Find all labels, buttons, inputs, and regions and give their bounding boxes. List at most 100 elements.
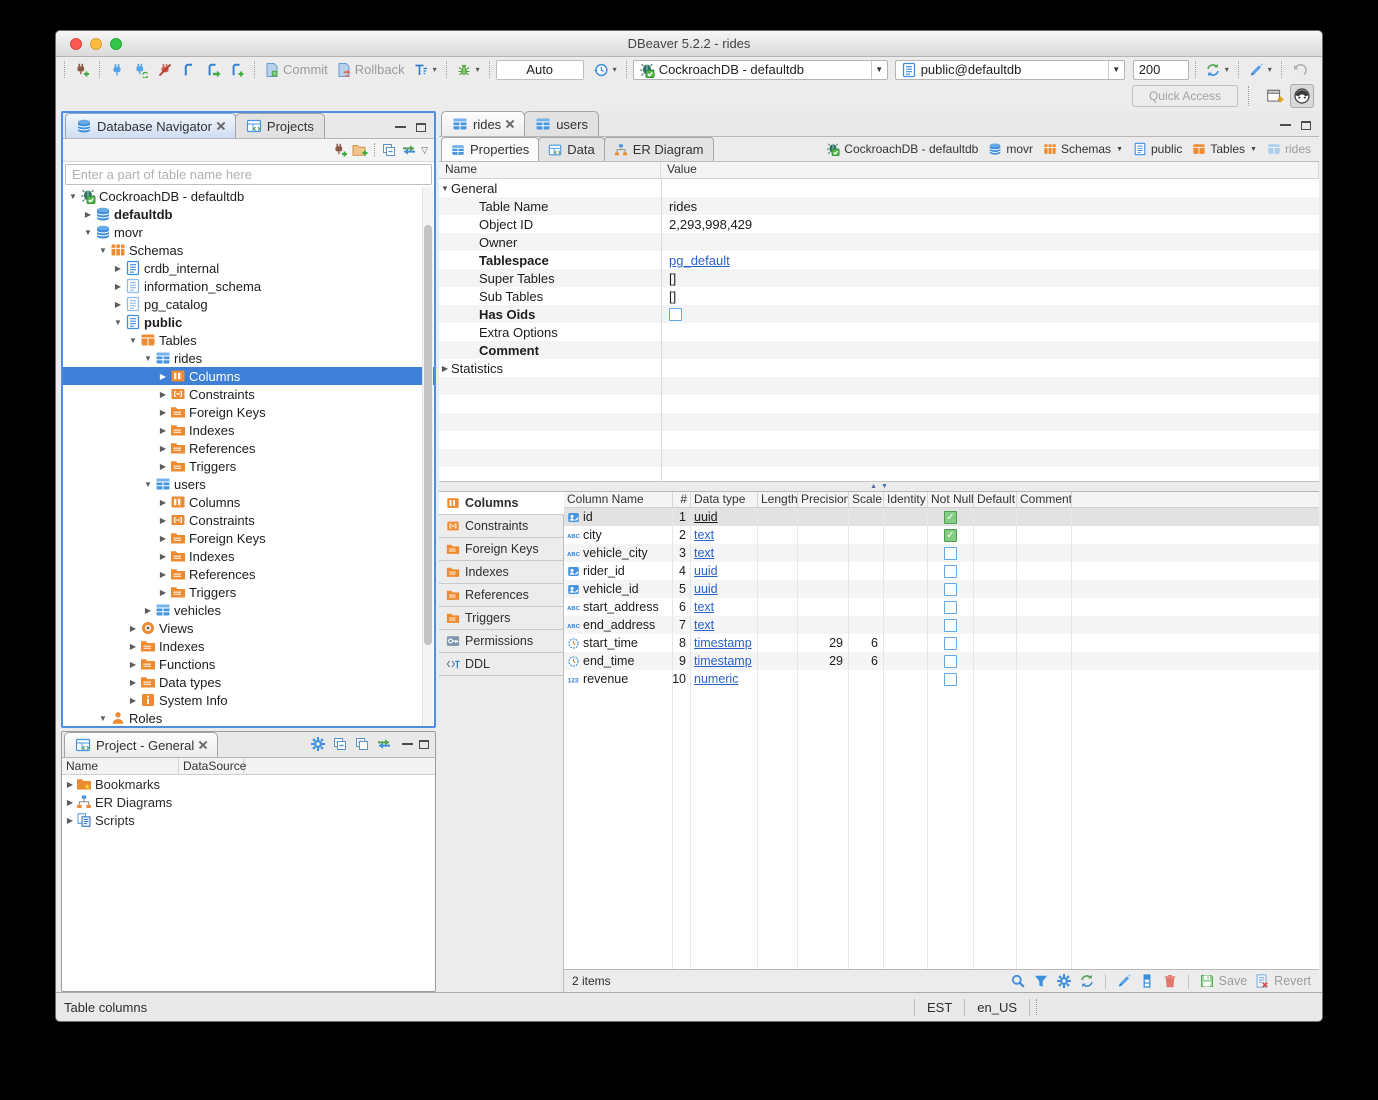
property-row[interactable]: Has Oids: [439, 305, 1319, 323]
column-header[interactable]: Default: [974, 492, 1017, 507]
breadcrumb-item[interactable]: rides ▼: [1267, 142, 1311, 156]
data-type-link[interactable]: timestamp: [694, 636, 752, 650]
collapse-all-icon[interactable]: [381, 142, 397, 158]
not-null-checkbox[interactable]: ✓: [944, 511, 957, 524]
expander-icon[interactable]: ▶: [112, 264, 124, 273]
commit-button[interactable]: Commit: [261, 60, 331, 80]
breadcrumb-item[interactable]: Schemas ▼: [1043, 142, 1123, 156]
tree-item[interactable]: ▶ Constraints: [63, 385, 434, 403]
schema-combo-arrow-icon[interactable]: ▼: [1108, 61, 1124, 79]
commit-mode-combo[interactable]: Auto: [496, 60, 584, 80]
tree-item[interactable]: ▼ users: [63, 475, 434, 493]
generate-sql-button[interactable]: ▾: [1245, 60, 1275, 80]
disconnect-button[interactable]: [154, 60, 176, 80]
expander-icon[interactable]: ▼: [82, 228, 94, 237]
expander-icon[interactable]: ▼: [97, 246, 109, 255]
expander-icon[interactable]: ▼: [112, 318, 124, 327]
expander-icon[interactable]: ▶: [157, 534, 169, 543]
tree-item[interactable]: ▶ Views: [63, 619, 434, 637]
delete-trash-icon[interactable]: [1162, 973, 1178, 989]
column-row[interactable]: rider_id 4 uuid: [564, 562, 1319, 580]
not-null-checkbox[interactable]: [944, 655, 957, 668]
close-icon[interactable]: [506, 120, 514, 128]
locale-indicator[interactable]: en_US: [965, 999, 1030, 1016]
column-header-value[interactable]: Value: [661, 162, 1319, 178]
data-type-link[interactable]: text: [694, 600, 714, 614]
open-perspective-button[interactable]: [1263, 84, 1287, 108]
data-type-link[interactable]: uuid: [694, 564, 718, 578]
refresh-button[interactable]: ▾: [1202, 60, 1232, 80]
collapse-up-icon[interactable]: ▲: [870, 483, 877, 490]
data-type-link[interactable]: timestamp: [694, 654, 752, 668]
schema-combo[interactable]: public@defaultdb ▼: [895, 60, 1125, 80]
open-sql-script-button[interactable]: [202, 60, 224, 80]
tree-item[interactable]: ▶ References: [63, 439, 434, 457]
chevron-down-icon[interactable]: ▼: [1250, 146, 1257, 153]
undo-navigation-button[interactable]: [1288, 60, 1310, 80]
column-row[interactable]: vehicle_city 3 text: [564, 544, 1319, 562]
tab-projects[interactable]: Projects: [235, 113, 325, 138]
close-icon[interactable]: [199, 741, 207, 749]
tree-item[interactable]: ▼ CockroachDB - defaultdb: [63, 187, 434, 205]
tree-item[interactable]: ▶ Columns: [63, 367, 434, 385]
expander-icon[interactable]: ▶: [82, 210, 94, 219]
not-null-checkbox[interactable]: [944, 547, 957, 560]
tree-item[interactable]: ▶ Indexes: [63, 421, 434, 439]
property-row[interactable]: Sub Tables [] []: [439, 287, 1319, 305]
data-type-link[interactable]: uuid: [694, 582, 718, 596]
property-row[interactable]: Super Tables [] []: [439, 269, 1319, 287]
editor-tab-rides[interactable]: rides: [441, 111, 525, 136]
editor-subtab[interactable]: Properties: [441, 137, 539, 161]
dbeaver-perspective-button[interactable]: [1290, 84, 1314, 108]
expander-icon[interactable]: ▼: [142, 480, 154, 489]
revert-button[interactable]: Revert: [1254, 973, 1311, 989]
not-null-checkbox[interactable]: [944, 565, 957, 578]
property-value-link[interactable]: pg_default: [669, 253, 730, 268]
tree-item[interactable]: ▼ public: [63, 313, 434, 331]
tree-item[interactable]: ▶ Data types: [63, 673, 434, 691]
breadcrumb-item[interactable]: CockroachDB - defaultdb ▼: [826, 142, 978, 156]
column-header[interactable]: #: [673, 492, 691, 507]
minimize-editor-icon[interactable]: [1280, 124, 1291, 127]
tree-item[interactable]: ▶ pg_catalog: [63, 295, 434, 313]
collapse-down-icon[interactable]: ▼: [881, 483, 888, 490]
connect-button[interactable]: [106, 60, 128, 80]
column-header[interactable]: Identity: [884, 492, 928, 507]
expander-icon[interactable]: ▶: [439, 364, 451, 373]
expander-icon[interactable]: ▶: [127, 696, 139, 705]
expander-icon[interactable]: ▼: [142, 354, 154, 363]
new-connection-icon[interactable]: [332, 142, 348, 158]
has-oids-checkbox[interactable]: [669, 308, 682, 321]
close-window-button[interactable]: [70, 38, 82, 50]
tab-database-navigator[interactable]: Database Navigator: [65, 113, 236, 138]
splitter-handle[interactable]: ▲ ▼: [439, 481, 1319, 492]
column-row[interactable]: id 1 uuid ✓: [564, 508, 1319, 526]
expander-icon[interactable]: ▶: [157, 444, 169, 453]
data-type-link[interactable]: text: [694, 528, 714, 542]
expander-icon[interactable]: ▶: [127, 660, 139, 669]
view-menu-icon[interactable]: ▽: [421, 145, 428, 156]
configure-gear-icon[interactable]: [310, 736, 326, 752]
tree-item[interactable]: ▶ Indexes: [63, 547, 434, 565]
column-header[interactable]: Length: [758, 492, 798, 507]
close-icon[interactable]: [217, 122, 225, 130]
expander-icon[interactable]: ▶: [157, 462, 169, 471]
column-row[interactable]: revenue 10 numeric: [564, 670, 1319, 688]
expander-icon[interactable]: ▶: [157, 426, 169, 435]
object-tab[interactable]: Triggers: [439, 607, 563, 630]
refresh-cycle-icon[interactable]: [1079, 973, 1095, 989]
project-item[interactable]: ▶ Scripts: [62, 811, 435, 829]
expander-icon[interactable]: ▶: [157, 408, 169, 417]
column-row[interactable]: start_address 6 text: [564, 598, 1319, 616]
column-header[interactable]: Precision: [798, 492, 849, 507]
data-type-link[interactable]: text: [694, 546, 714, 560]
expander-icon[interactable]: ▶: [157, 516, 169, 525]
tree-item[interactable]: ▼ rides: [63, 349, 434, 367]
not-null-checkbox[interactable]: ✓: [944, 529, 957, 542]
tree-scrollbar[interactable]: [422, 187, 433, 726]
column-header[interactable]: Not Null: [928, 492, 974, 507]
expander-icon[interactable]: ▶: [157, 552, 169, 561]
transaction-mode-button[interactable]: ▾: [410, 60, 440, 80]
breadcrumb-item[interactable]: public ▼: [1133, 142, 1182, 156]
minimize-view-icon[interactable]: [402, 743, 413, 746]
